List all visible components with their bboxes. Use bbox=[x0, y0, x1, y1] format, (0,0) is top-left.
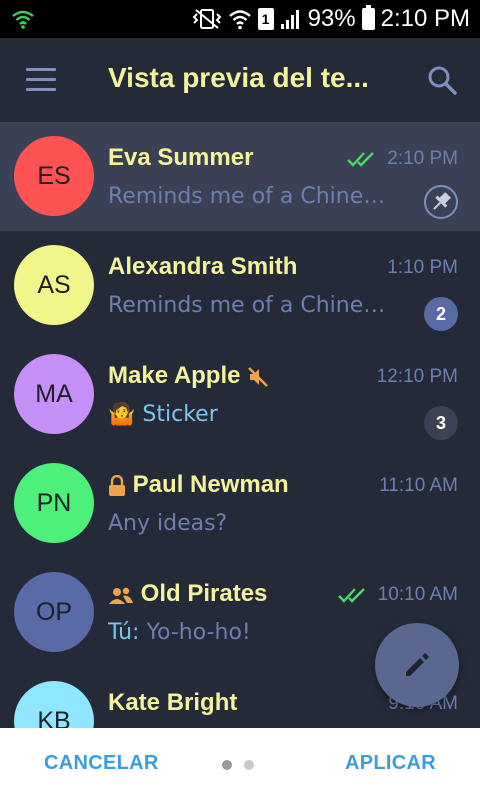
double-check-icon bbox=[337, 588, 365, 603]
chat-name-group: Old Pirates bbox=[108, 580, 267, 608]
page-indicator bbox=[222, 760, 254, 770]
chat-preview: Reminds me of a Chines... bbox=[108, 293, 390, 318]
chat-row-make-apple[interactable]: MA Make Apple 12:10 PM 🤷 Sticker 3 bbox=[0, 340, 480, 449]
bottom-bar: CANCELAR APLICAR bbox=[0, 728, 480, 800]
group-icon bbox=[109, 587, 133, 604]
chat-name: Alexandra Smith bbox=[108, 253, 298, 280]
status-time: 2:10 PM bbox=[380, 5, 470, 32]
sticker-emoji: 🤷 bbox=[108, 402, 136, 427]
pin-icon bbox=[424, 185, 458, 219]
chat-name: Eva Summer bbox=[108, 144, 254, 171]
pencil-icon bbox=[406, 653, 429, 676]
sim-icon: 1 bbox=[257, 8, 274, 30]
page-dot-active[interactable] bbox=[222, 760, 232, 770]
page-dot[interactable] bbox=[244, 760, 254, 770]
menu-icon[interactable] bbox=[26, 68, 56, 92]
compose-button[interactable] bbox=[375, 623, 459, 707]
chat-time: 10:10 AM bbox=[377, 584, 458, 605]
search-icon[interactable] bbox=[426, 64, 458, 96]
double-check-icon bbox=[347, 152, 375, 167]
chat-time: 11:10 AM bbox=[379, 475, 458, 496]
chat-name-group: Make Apple bbox=[108, 362, 269, 390]
avatar: ES bbox=[14, 136, 94, 216]
chat-time-group: 2:10 PM bbox=[347, 148, 458, 170]
wifi-icon bbox=[228, 10, 251, 30]
app-bar: Vista previa del te... bbox=[0, 38, 480, 122]
chat-preview: Sticker bbox=[142, 402, 218, 427]
chat-row-paul-newman[interactable]: PN Paul Newman 11:10 AM Any ideas? bbox=[0, 449, 480, 558]
chat-time: 1:10 PM bbox=[387, 257, 458, 278]
unread-badge: 2 bbox=[424, 297, 458, 331]
mute-icon bbox=[248, 366, 269, 387]
chat-name: Paul Newman bbox=[132, 471, 289, 498]
avatar: OP bbox=[14, 572, 94, 652]
chat-row-alexandra-smith[interactable]: AS Alexandra Smith 1:10 PM Reminds me of… bbox=[0, 231, 480, 340]
cancel-button[interactable]: CANCELAR bbox=[44, 752, 159, 775]
chat-name: Old Pirates bbox=[140, 580, 268, 607]
chat-preview-group: 🤷 Sticker bbox=[108, 402, 390, 427]
lock-icon bbox=[109, 474, 125, 496]
avatar: AS bbox=[14, 245, 94, 325]
chat-time-group: 10:10 AM bbox=[337, 584, 458, 606]
chat-name-group: Paul Newman bbox=[108, 471, 289, 499]
vibrate-icon bbox=[192, 9, 221, 29]
apply-button[interactable]: APLICAR bbox=[345, 752, 436, 775]
chat-preview: Any ideas? bbox=[108, 511, 228, 536]
avatar: KB bbox=[14, 681, 94, 728]
chat-preview: Yo-ho-ho! bbox=[146, 620, 251, 645]
avatar: MA bbox=[14, 354, 94, 434]
chat-preview-group: Tú: Yo-ho-ho! bbox=[108, 620, 390, 645]
chat-row-eva-summer[interactable]: ES Eva Summer 2:10 PM Reminds me of a Ch… bbox=[0, 122, 480, 231]
chat-time: 2:10 PM bbox=[387, 148, 458, 169]
page-title: Vista previa del te... bbox=[108, 62, 369, 93]
wifi-signal-icon bbox=[12, 10, 34, 29]
avatar: PN bbox=[14, 463, 94, 543]
chat-name: Make Apple bbox=[108, 362, 241, 389]
battery-icon bbox=[361, 5, 375, 30]
chat-preview: Reminds me of a Chines... bbox=[108, 184, 390, 209]
chat-time: 12:10 PM bbox=[376, 366, 458, 387]
preview-sender: Tú: bbox=[108, 620, 140, 645]
unread-badge: 3 bbox=[424, 406, 458, 440]
battery-percent: 93% bbox=[307, 5, 356, 32]
status-bar: 1 93% 2:10 PM bbox=[0, 0, 480, 38]
chat-name: Kate Bright bbox=[108, 689, 238, 716]
cell-signal-icon bbox=[280, 10, 299, 29]
